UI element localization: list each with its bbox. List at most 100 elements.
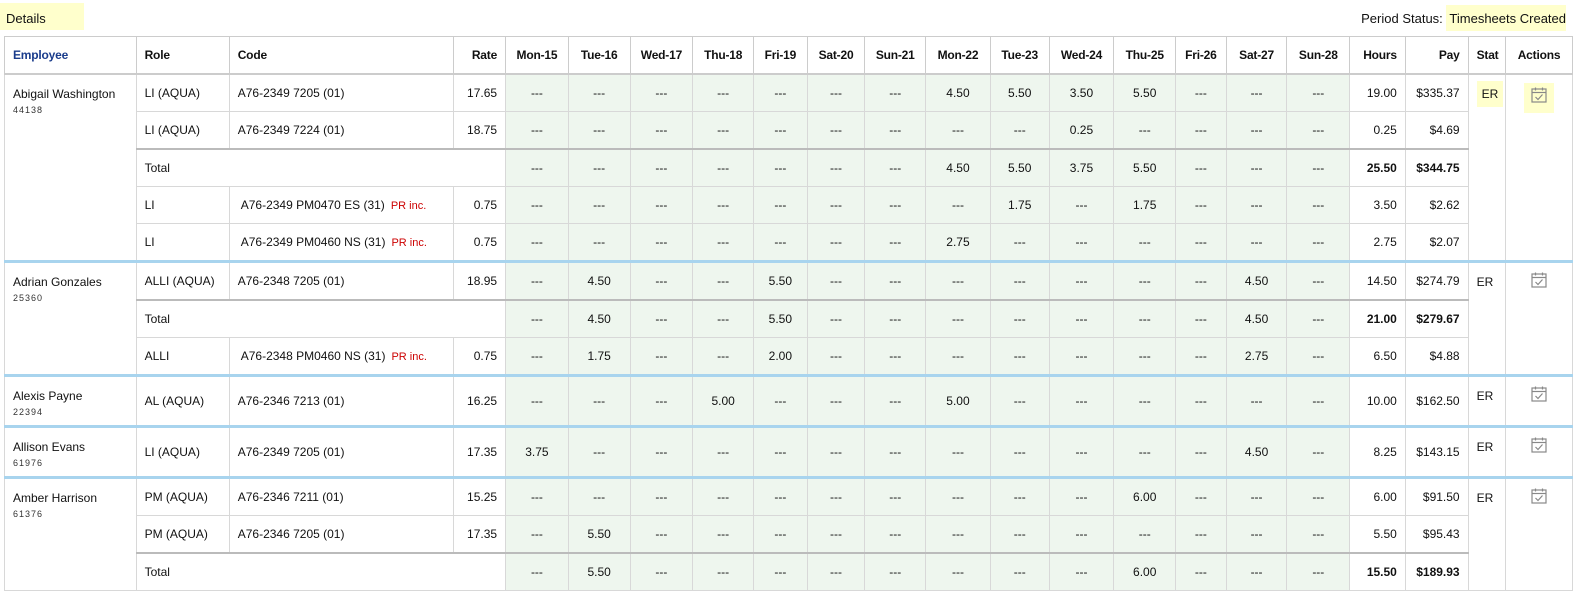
calendar-check-icon[interactable] [1524, 83, 1555, 113]
day-cell: --- [925, 476, 991, 516]
code-text: A76-2349 PM0470 ES (31) [240, 198, 385, 212]
column-header-thu-18: Thu-18 [692, 36, 755, 75]
day-cell: --- [505, 148, 569, 187]
day-cell: --- [1175, 337, 1227, 376]
table-row: Abigail Washington 44138 LI (AQUA) A76-2349… [4, 73, 1573, 262]
column-header-employee[interactable]: Employee [4, 36, 137, 75]
day-cell: --- [505, 374, 569, 427]
code-text: A76-2348 PM0460 NS (31) [240, 349, 386, 363]
role-cell: LI (AQUA) [135, 425, 230, 478]
employee-name[interactable]: Amber Harrison [13, 491, 128, 505]
stat-cell: ER [1467, 425, 1507, 478]
day-cell: --- [567, 425, 631, 478]
day-cell: --- [1048, 374, 1115, 427]
day-cell: --- [629, 374, 694, 427]
top-bar: Details Period Status: Timesheets Create… [0, 0, 1573, 32]
table-row: LI (AQUA) A76-2349 7224 (01) 18.75 --- --- --… [5, 111, 1573, 150]
stat-badge: ER [1476, 275, 1494, 289]
role-cell: ALLI [135, 337, 230, 376]
rate-cell: 0.75 [453, 337, 507, 376]
table-row: Allison Evans 61976 LI (AQUA) A76-2349 7205… [4, 425, 1573, 478]
day-cell: 3.75 [1048, 148, 1115, 187]
day-cell: --- [1286, 374, 1351, 427]
role-cell: PM (AQUA) [135, 476, 230, 516]
day-cell: --- [692, 476, 755, 516]
hours-cell: 14.50 [1349, 260, 1406, 301]
column-header-wed-24: Wed-24 [1048, 36, 1115, 75]
day-cell: --- [753, 73, 808, 112]
day-cell: --- [753, 515, 808, 554]
hours-cell: 0.25 [1349, 111, 1406, 150]
day-cell: 6.00 [1113, 552, 1177, 591]
day-cell: --- [505, 299, 569, 338]
code-cell: A76-2348 7205 (01) [228, 260, 455, 301]
code-text: A76-2348 7205 (01) [237, 274, 345, 288]
pay-cell: $91.50 [1404, 476, 1469, 516]
column-header-sun-21: Sun-21 [864, 36, 927, 75]
day-cell: --- [1225, 515, 1288, 554]
table-row: PM (AQUA) A76-2346 7205 (01) 17.35 --- 5.50-… [5, 515, 1573, 554]
employee-name[interactable]: Alexis Payne [13, 389, 128, 403]
day-cell: 5.00 [692, 374, 755, 427]
stat-badge: ER [1476, 491, 1494, 505]
pay-cell: $2.07 [1404, 223, 1469, 262]
day-cell: --- [629, 337, 694, 376]
actions-cell [1505, 476, 1573, 591]
day-cell: --- [806, 223, 866, 262]
day-cell: --- [925, 299, 991, 338]
calendar-check-icon[interactable] [1530, 436, 1548, 454]
day-cell: 5.50 [1113, 73, 1177, 112]
day-cell: --- [989, 425, 1050, 478]
day-cell: --- [1113, 337, 1177, 376]
stat-cell: ER [1467, 374, 1507, 427]
rate-cell: 16.25 [453, 374, 507, 427]
pay-cell: $162.50 [1404, 374, 1469, 427]
day-cell: --- [753, 476, 808, 516]
day-cell: --- [505, 552, 569, 591]
details-tab[interactable]: Details [0, 3, 84, 30]
actions-cell [1505, 425, 1573, 478]
day-cell: --- [1286, 476, 1351, 516]
day-cell: --- [1286, 260, 1351, 301]
hours-cell: 10.00 [1349, 374, 1406, 427]
day-cell: --- [753, 374, 808, 427]
rate-cell: 0.75 [453, 186, 507, 224]
table-row: LI A76-2349 PM0470 ES (31) PR inc. 0.75 --- -… [5, 186, 1573, 224]
stat-cell: ER [1467, 476, 1507, 591]
code-text: A76-2349 7205 (01) [237, 86, 345, 100]
day-cell: --- [1225, 223, 1288, 262]
day-cell: --- [567, 476, 631, 516]
day-cell: --- [692, 515, 755, 554]
day-cell: --- [1048, 223, 1115, 262]
day-cell: 3.75 [505, 425, 569, 478]
day-cell: 5.50 [753, 260, 808, 301]
day-cell: --- [505, 223, 569, 262]
day-cell: --- [806, 337, 866, 376]
hours-cell: 19.00 [1349, 73, 1406, 112]
calendar-check-icon[interactable] [1530, 487, 1548, 505]
pay-cell: $344.75 [1404, 148, 1469, 187]
day-cell: --- [1175, 186, 1227, 224]
code-text: A76-2349 PM0460 NS (31) [240, 235, 386, 249]
calendar-check-icon[interactable] [1530, 271, 1548, 289]
calendar-check-icon[interactable] [1530, 385, 1548, 403]
pr-inc-label: PR inc. [390, 200, 427, 212]
day-cell: --- [629, 299, 694, 338]
day-cell: --- [989, 111, 1050, 150]
employee-name[interactable]: Abigail Washington [13, 87, 128, 101]
day-cell: --- [806, 111, 866, 150]
table-row: LI A76-2349 PM0460 NS (31) PR inc. 0.75 --- -… [5, 223, 1573, 262]
period-status-value: Timesheets Created [1446, 5, 1566, 31]
day-cell: 2.75 [1225, 337, 1288, 376]
day-cell: --- [925, 186, 991, 224]
day-cell: 4.50 [1225, 299, 1288, 338]
total-row: Total --- 5.50 --- --- --- --- --- --- --- --- 6.00… [5, 552, 1573, 591]
day-cell: --- [1175, 260, 1227, 301]
day-cell: --- [864, 73, 927, 112]
employee-name[interactable]: Allison Evans [13, 440, 128, 454]
hours-cell: 2.75 [1349, 223, 1406, 262]
column-header-role: Role [135, 36, 230, 75]
day-cell: --- [864, 374, 927, 427]
employee-name[interactable]: Adrian Gonzales [13, 275, 128, 289]
column-header-actions: Actions [1505, 36, 1573, 75]
